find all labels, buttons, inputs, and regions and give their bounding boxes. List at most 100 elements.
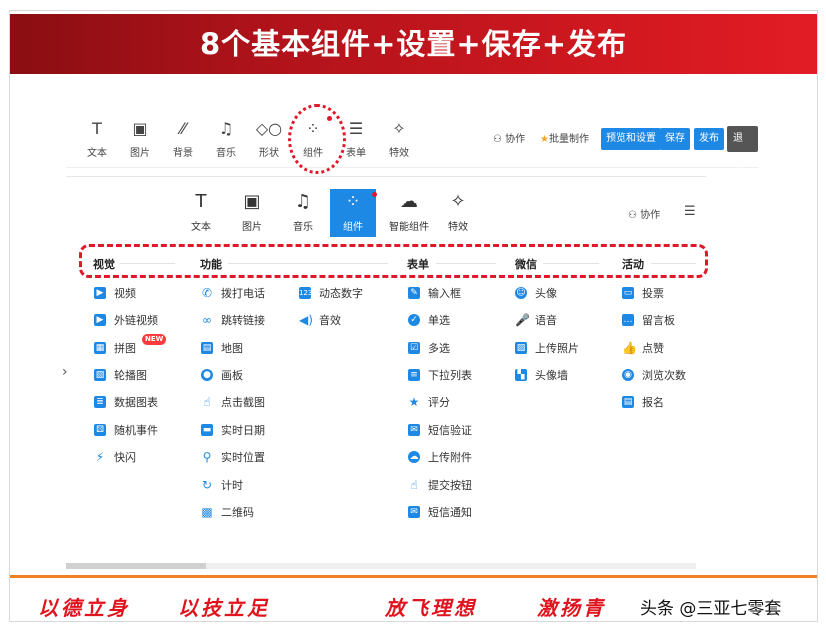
users-icon: ⚇: [493, 134, 506, 145]
tab-text[interactable]: T 文本: [178, 189, 224, 237]
avatar-wall-icon: ▚: [515, 369, 527, 381]
divider: [66, 176, 706, 177]
collab-button[interactable]: ⚇ 协作: [493, 130, 525, 145]
publish-button[interactable]: 发布: [694, 128, 724, 150]
avatar-icon: ☺: [515, 287, 527, 299]
component-view-count[interactable]: ◉ 浏览次数: [622, 367, 686, 383]
component-data-chart[interactable]: ≣ 数据图表: [94, 394, 158, 410]
component-map[interactable]: ▤ 地图: [201, 340, 243, 356]
component-input[interactable]: ✎ 输入框: [408, 285, 461, 301]
category-function: 功能: [200, 258, 222, 271]
component-sms-verify[interactable]: ✉ 短信验证: [408, 422, 472, 438]
component-qrcode[interactable]: ▩ 二维码: [201, 504, 254, 520]
toolbar-item-music[interactable]: ♫ 音乐: [208, 118, 244, 159]
slogan-2: 以技立足: [178, 596, 270, 620]
component-checkbox[interactable]: ☑ 多选: [408, 340, 450, 356]
banner-title: 8个基本组件+设置+保存+发布: [199, 27, 628, 61]
toolbar-item-effects[interactable]: ✧ 特效: [381, 118, 417, 159]
component-drawing-board[interactable]: ● 画板: [201, 367, 243, 383]
category-wechat: 微信: [515, 258, 537, 271]
scrollbar-thumb[interactable]: [66, 563, 206, 569]
divider: [651, 263, 696, 264]
component-rating[interactable]: ★ 评分: [408, 394, 450, 410]
message-icon: …: [622, 314, 634, 326]
component-radio[interactable]: ✓ 单选: [408, 312, 450, 328]
pointer-icon: ☝: [410, 478, 418, 492]
component-date[interactable]: ▬ 实时日期: [201, 422, 265, 438]
component-dropdown[interactable]: ≡ 下拉列表: [408, 367, 472, 383]
toolbar-item-shape[interactable]: ◇○ 形状: [251, 118, 287, 159]
radio-icon: ✓: [408, 314, 420, 326]
component-sound[interactable]: ◀) 音效: [299, 312, 341, 328]
calendar-icon: ▬: [201, 424, 213, 436]
chevron-left-icon[interactable]: ›: [62, 364, 68, 380]
tab-image[interactable]: ▣ 图片: [229, 189, 275, 237]
exit-button[interactable]: 退出: [727, 126, 758, 170]
horizontal-scrollbar[interactable]: [66, 563, 696, 569]
component-puzzle[interactable]: ▦ 拼图: [94, 340, 136, 356]
video-icon: ▶: [94, 287, 106, 299]
component-avatar-wall[interactable]: ▚ 头像墙: [515, 367, 568, 383]
component-call[interactable]: ✆ 拨打电话: [201, 285, 265, 301]
component-flash[interactable]: ⚡ 快闪: [94, 449, 136, 465]
divider: [436, 263, 496, 264]
toolbar-item-image[interactable]: ▣ 图片: [122, 118, 158, 159]
lightning-icon: ⚡: [95, 450, 105, 464]
component-sms-notify[interactable]: ✉ 短信通知: [408, 504, 472, 520]
mail-icon: ✉: [408, 506, 420, 518]
component-submit[interactable]: ☝ 提交按钮: [408, 477, 472, 493]
highlight-circle: [288, 104, 346, 174]
component-upload[interactable]: ☁ 上传附件: [408, 449, 472, 465]
toolbar-item-text[interactable]: T 文本: [79, 118, 115, 159]
dice-icon: ⚄: [94, 424, 106, 436]
component-upload-photo[interactable]: ▨ 上传照片: [515, 340, 579, 356]
tab-effects[interactable]: ✧ 特效: [435, 189, 481, 237]
star-icon: ★: [540, 134, 549, 145]
input-icon: ✎: [408, 287, 420, 299]
component-voice[interactable]: 🎤 语音: [515, 312, 557, 328]
editor-toolbar: T 文本 ▣ 图片 ⁄⁄ 背景 ♫ 音乐 ◇○ 形状 ⁘ 组件 ☰ 表单 ✧ 特: [66, 110, 758, 170]
category-highlight-box: [79, 244, 708, 278]
category-visual: 视觉: [93, 258, 115, 271]
component-signup[interactable]: ▤ 报名: [622, 394, 664, 410]
external-video-icon: ▶: [94, 314, 106, 326]
star-icon: ★: [408, 395, 420, 409]
component-vote[interactable]: ▭ 投票: [622, 285, 664, 301]
component-video[interactable]: ▶ 视频: [94, 285, 136, 301]
component-timer[interactable]: ↻ 计时: [201, 477, 243, 493]
music-icon: ♫: [218, 119, 234, 138]
location-icon: ⚲: [202, 450, 212, 464]
microphone-icon: 🎤: [515, 313, 530, 327]
component-carousel[interactable]: ▧ 轮播图: [94, 367, 147, 383]
effects-icon: ✧: [450, 191, 466, 212]
component-location[interactable]: ⚲ 实时位置: [201, 449, 265, 465]
component-screenshot[interactable]: ☝ 点击截图: [201, 394, 265, 410]
new-badge: NEW: [142, 334, 167, 345]
menu-icon[interactable]: ☰: [684, 204, 696, 219]
component-like[interactable]: 👍 点赞: [622, 340, 664, 356]
toolbar-item-background[interactable]: ⁄⁄ 背景: [165, 118, 201, 159]
component-toolbar: T 文本 ▣ 图片 ♫ 音乐 ⁘ 组件 ☁ 智能组件 ✧ 特效 ⚇ 协作 ☰: [66, 186, 706, 238]
music-icon: ♫: [294, 191, 312, 212]
signup-icon: ▤: [622, 396, 634, 408]
component-random-event[interactable]: ⚄ 随机事件: [94, 422, 158, 438]
component-message-board[interactable]: … 留言板: [622, 312, 675, 328]
save-button[interactable]: 保存: [660, 128, 690, 150]
collab-button-2[interactable]: ⚇ 协作: [628, 206, 660, 221]
divider: [120, 263, 175, 264]
timer-icon: ↻: [201, 478, 213, 492]
tab-component[interactable]: ⁘ 组件: [330, 189, 376, 237]
slogan-1: 以德立身: [38, 596, 130, 620]
photo-icon: ▨: [515, 342, 527, 354]
preview-settings-button[interactable]: 预览和设置: [601, 128, 661, 150]
component-external-video[interactable]: ▶ 外链视频: [94, 312, 158, 328]
sms-icon: ✉: [408, 424, 420, 436]
tab-ai-component[interactable]: ☁ 智能组件: [384, 189, 434, 237]
title-banner: 8个基本组件+设置+保存+发布: [10, 14, 817, 74]
tab-music[interactable]: ♫ 音乐: [280, 189, 326, 237]
component-link[interactable]: ∞ 跳转链接: [201, 312, 265, 328]
component-dynamic-number[interactable]: 123 动态数字: [299, 285, 363, 301]
upload-icon: ☁: [408, 451, 420, 463]
batch-button[interactable]: ★批量制作: [540, 130, 589, 145]
component-avatar[interactable]: ☺ 头像: [515, 285, 557, 301]
